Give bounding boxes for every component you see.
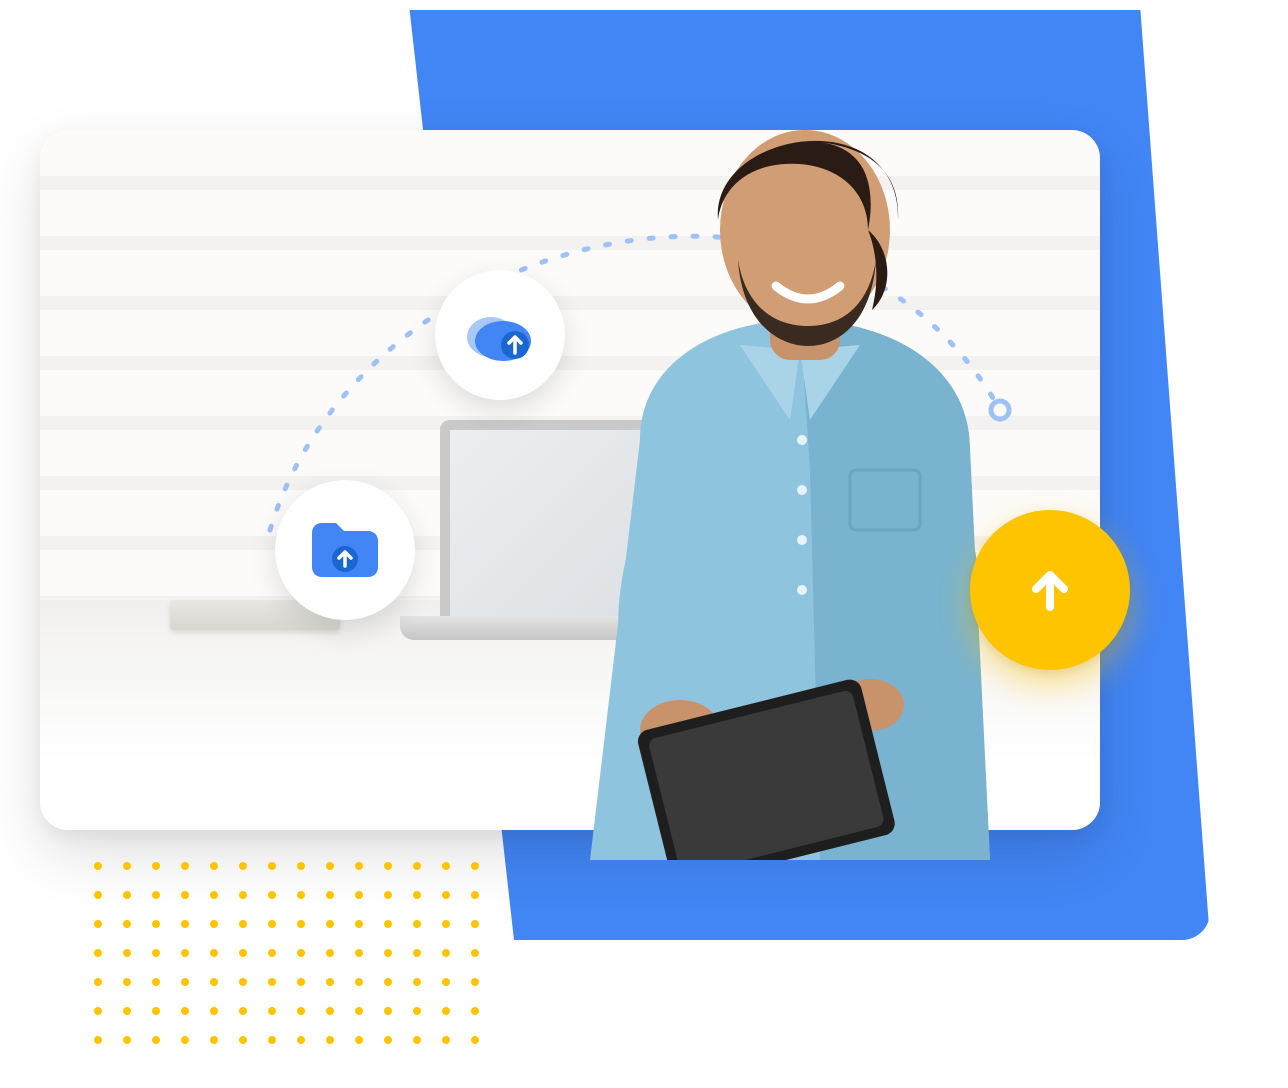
arrow-up-icon (1019, 559, 1081, 621)
dot-grid: [] (92, 860, 502, 1070)
upload-button[interactable] (970, 510, 1130, 670)
cloud-upload-icon (461, 307, 539, 363)
folder-upload-chip (275, 480, 415, 620)
laptop-base (400, 616, 780, 640)
cloud-upload-chip (435, 270, 565, 400)
folder-upload-icon (308, 519, 382, 581)
hero-illustration: [] (0, 0, 1288, 1088)
photo-card (40, 130, 1100, 830)
laptop-screen (440, 420, 760, 620)
